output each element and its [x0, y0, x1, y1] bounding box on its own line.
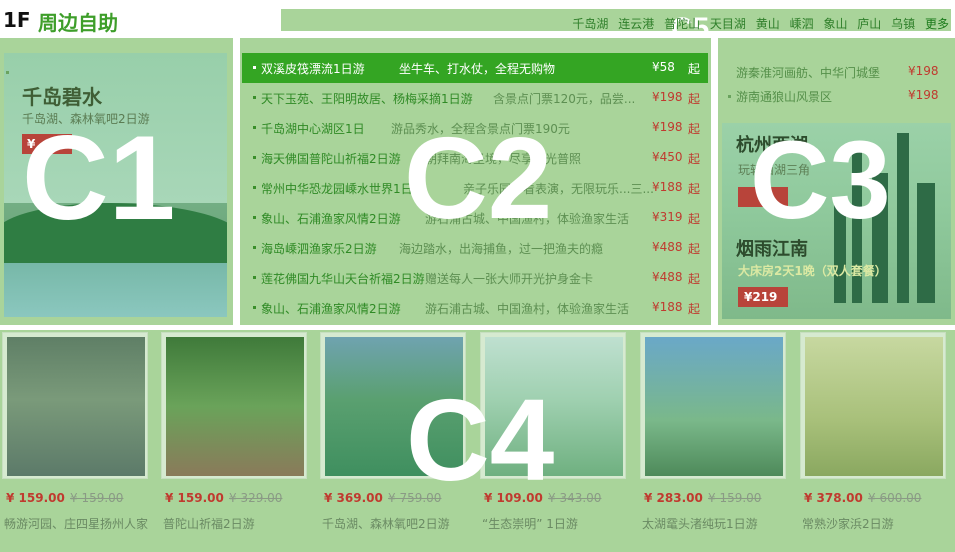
tile-original-price: ¥ 159.00	[708, 491, 762, 505]
region-label-c3: C3	[750, 119, 891, 242]
promo-subtitle-jiangnan: 大床房2天1晚（双人套餐）	[738, 264, 887, 278]
list-bullet-icon	[253, 66, 256, 69]
tour-price: ¥58	[652, 60, 675, 74]
list-bullet-icon	[253, 246, 256, 249]
tour-name: 双溪皮筏漂流1日游	[261, 62, 365, 76]
tour-tile-image[interactable]	[2, 332, 148, 479]
list-bullet-icon	[253, 216, 256, 219]
tour-name: 象山、石浦渔家风情2日游	[261, 212, 401, 226]
link-lushan[interactable]: 庐山	[857, 17, 881, 31]
tour-description: 赠送每人一张大师开光护身金卡	[425, 272, 594, 286]
tile-original-price: ¥ 600.00	[868, 491, 922, 505]
tile-price: ¥ 369.00	[324, 491, 383, 505]
tour-list-item[interactable]: 天下玉苑、王阳明故居、杨梅采摘1日游 含景点门票120元，品尝... ¥198 起	[242, 83, 708, 113]
tour-name: 莲花佛国九华山天台祈福2日游	[261, 272, 425, 286]
tile-original-price: ¥ 343.00	[548, 491, 602, 505]
tour-description: 含景点门票120元，品尝...	[493, 92, 636, 106]
tour-name: 千岛湖中心湖区1日	[261, 122, 365, 136]
price-suffix: 起	[688, 212, 701, 226]
list-bullet-icon	[253, 126, 256, 129]
tour-name: 常州中华恐龙园嵊水世界1日游	[261, 182, 425, 196]
tour-list-item[interactable]: 双溪皮筏漂流1日游 坐牛车、打水仗，全程无购物 ¥58 起	[242, 53, 708, 83]
tour-price: ¥198	[652, 120, 683, 134]
c3-list-item[interactable]: 游秦淮河画舫、中华门城堡 ¥198	[722, 64, 951, 84]
tour-price: ¥188	[652, 300, 683, 314]
region-label-c4: C4	[406, 375, 555, 505]
price-suffix: 起	[688, 122, 701, 136]
price-suffix: 起	[688, 302, 701, 316]
tile-name[interactable]: 普陀山祈福2日游	[163, 515, 255, 532]
tour-name: 海岛嵊泗渔家乐2日游	[261, 242, 377, 256]
tour-name: 象山、石浦渔家风情2日游	[261, 302, 401, 316]
link-lianyungang[interactable]: 连云港	[618, 17, 654, 31]
price-suffix: 起	[688, 62, 701, 76]
feature-title: 千岛碧水	[22, 85, 102, 109]
list-bullet-icon	[253, 186, 256, 189]
tour-name: 海天佛国普陀山祈福2日游	[261, 152, 401, 166]
list-bullet-icon	[253, 276, 256, 279]
tour-description: 坐牛车、打水仗，全程无购物	[399, 62, 556, 76]
list-bullet-icon	[253, 306, 256, 309]
tile-original-price: ¥ 329.00	[229, 491, 283, 505]
tile-price: ¥ 378.00	[804, 491, 863, 505]
price-suffix: 起	[688, 92, 701, 106]
destination-links: 千岛湖 连云港 普陀山 天目湖 黄山 嵊泗 象山 庐山 乌镇 更多	[566, 15, 949, 32]
more-link[interactable]: 更多	[925, 17, 949, 31]
tile-name[interactable]: 太湖鼋头渚纯玩1日游	[642, 515, 758, 532]
c3-item-name: 游秦淮河画舫、中华门城堡	[736, 66, 881, 80]
tour-price: ¥488	[652, 270, 683, 284]
tile-name[interactable]: 千岛湖、森林氧吧2日游	[322, 515, 450, 532]
panel-divider	[0, 325, 955, 330]
tour-tile-image[interactable]	[161, 332, 307, 479]
link-huangshan[interactable]: 黄山	[756, 17, 780, 31]
tour-price: ¥319	[652, 210, 683, 224]
tour-tile-image[interactable]	[640, 332, 786, 479]
tour-price: ¥198	[652, 90, 683, 104]
price-suffix: 起	[688, 272, 701, 286]
tile-name[interactable]: “生态崇明” 1日游	[482, 515, 578, 532]
tour-list-item[interactable]: 莲花佛国九华山天台祈福2日游 赠送每人一张大师开光护身金卡 ¥488 起	[242, 263, 708, 293]
tour-price: ¥488	[652, 240, 683, 254]
tile-name[interactable]: 畅游河园、庄四星扬州人家	[4, 515, 148, 532]
price-suffix: 起	[688, 182, 701, 196]
tour-tile-image[interactable]	[800, 332, 946, 479]
tour-list-item[interactable]: 象山、石浦渔家风情2日游 游石浦古城、中国渔村，体验渔家生活 ¥188 起	[242, 293, 708, 323]
c3-item-price: ¥198	[908, 88, 939, 102]
list-bullet-icon	[253, 96, 256, 99]
tour-price: ¥450	[652, 150, 683, 164]
tile-price: ¥ 159.00	[165, 491, 224, 505]
tour-name: 天下玉苑、王阳明故居、杨梅采摘1日游	[261, 92, 473, 106]
list-bullet-icon	[6, 71, 9, 74]
link-qiandaohu[interactable]: 千岛湖	[572, 17, 608, 31]
panel-divider	[711, 38, 718, 325]
c3-list-item[interactable]: 游南通狼山风景区 ¥198	[722, 88, 951, 108]
price-suffix: 起	[688, 152, 701, 166]
link-tianmuhu[interactable]: 天目湖	[710, 17, 746, 31]
c3-item-name: 游南通狼山风景区	[736, 90, 833, 104]
link-xiangshan[interactable]: 象山	[823, 17, 847, 31]
floor-title: 周边自助	[38, 11, 118, 35]
price-suffix: 起	[688, 242, 701, 256]
floor-number: 1F	[3, 8, 31, 32]
link-shengsi[interactable]: 嵊泗	[790, 17, 814, 31]
panel-divider	[233, 38, 240, 325]
region-label-c1: C1	[22, 111, 176, 245]
tile-price: ¥ 159.00	[6, 491, 65, 505]
c3-item-price: ¥198	[908, 64, 939, 78]
tour-price: ¥188	[652, 180, 683, 194]
region-label-c2: C2	[404, 113, 553, 243]
tile-price: ¥ 283.00	[644, 491, 703, 505]
link-wuzhen[interactable]: 乌镇	[891, 17, 915, 31]
link-putuoshan[interactable]: 普陀山	[664, 17, 700, 31]
tour-description: 游石浦古城、中国渔村，体验渔家生活	[425, 302, 630, 316]
tile-original-price: ¥ 159.00	[70, 491, 124, 505]
list-bullet-icon	[253, 156, 256, 159]
promo-price-jiangnan: ¥219	[738, 287, 788, 307]
tile-name[interactable]: 常熟沙家浜2日游	[802, 515, 894, 532]
